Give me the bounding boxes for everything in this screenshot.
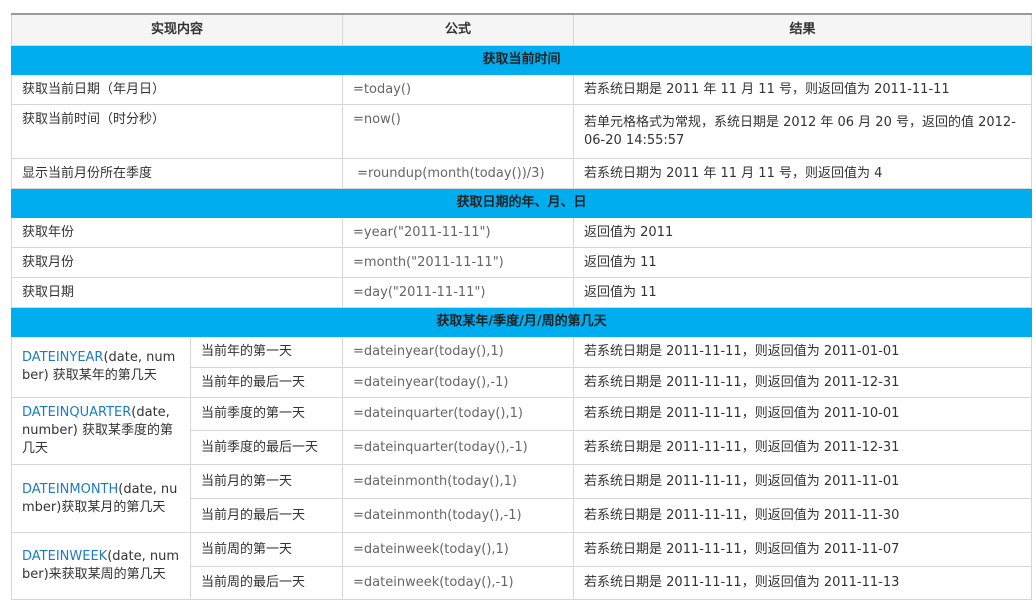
header-row: 实现内容 公式 结果 <box>10 13 1033 46</box>
row-result: 若系统日期是 2011-11-11，则返回值为 2011-12-31 <box>573 430 1033 465</box>
row-formula: =roundup(month(today())/3) <box>342 158 575 189</box>
header-result: 结果 <box>573 13 1033 46</box>
row-formula: =year("2011-11-11") <box>342 217 575 248</box>
row-formula: =dateinmonth(today(),1) <box>342 464 575 499</box>
row-result: 若系统日期是 2011-11-11，则返回值为 2011-10-01 <box>573 397 1033 431</box>
row-formula: =dateinweek(today(),-1) <box>342 566 575 600</box>
row-formula: =dateinyear(today(),-1) <box>342 367 575 398</box>
row-label: 当前年的最后一天 <box>189 367 344 398</box>
header-content: 实现内容 <box>10 13 344 46</box>
row-result: 返回值为 2011 <box>573 217 1033 248</box>
table-row: DATEINYEAR(date, number) 获取某年的第几天 当前年的第一… <box>11 336 1033 398</box>
row-result: 若系统日期是 2011-11-11，则返回值为 2011-01-01 <box>573 336 1033 368</box>
function-cell-dateinweek: DATEINWEEK(date, number)来获取某周的第几天 <box>11 532 191 600</box>
section-title: 获取当前时间 <box>10 45 1033 75</box>
row-result: 若系统日期是 2011-11-11，则返回值为 2011-11-13 <box>573 566 1033 600</box>
row-formula: =dateinmonth(today(),-1) <box>342 498 575 533</box>
section-header-year-month-day: 获取日期的年、月、日 <box>10 188 1033 218</box>
header-formula: 公式 <box>342 13 575 46</box>
table-row: 获取当前时间（时分秒） =now() 若单元格格式为常规，系统日期是 2012 … <box>10 104 1033 159</box>
row-label: 当前月的第一天 <box>189 464 344 499</box>
section-header-current-time: 获取当前时间 <box>10 45 1033 75</box>
row-label: 显示当前月份所在季度 <box>10 158 344 189</box>
function-name: DATEINWEEK <box>22 549 108 564</box>
row-result: 若单元格格式为常规，系统日期是 2012 年 06 月 20 号，返回的值 20… <box>573 104 1033 159</box>
row-label: 当前周的第一天 <box>189 532 344 567</box>
function-name: DATEINQUARTER <box>22 405 132 420</box>
row-label: 当前月的最后一天 <box>189 498 344 533</box>
row-formula: =now() <box>342 104 575 159</box>
row-label: 当前周的最后一天 <box>189 566 344 600</box>
function-cell-dateinquarter: DATEINQUARTER(date, number) 获取某季度的第几天 <box>11 397 191 465</box>
row-result: 若系统日期是 2011 年 11 月 11 号，则返回值为 2011-11-11 <box>573 74 1033 105</box>
row-formula: =dateinweek(today(),1) <box>342 532 575 567</box>
row-result: 若系统日期是 2011-11-11，则返回值为 2011-11-01 <box>573 464 1033 499</box>
row-formula: =month("2011-11-11") <box>342 247 575 278</box>
section-title: 获取某年/季度/月/周的第几天 <box>10 307 1033 337</box>
table-row: 获取月份 =month("2011-11-11") 返回值为 11 <box>10 247 1033 278</box>
row-result: 返回值为 11 <box>573 247 1033 278</box>
row-formula: =dateinquarter(today(),-1) <box>342 430 575 465</box>
row-label: 当前年的第一天 <box>189 336 344 368</box>
row-label: 获取月份 <box>10 247 344 278</box>
function-name: DATEINMONTH <box>22 481 119 497</box>
row-label: 当前季度的第一天 <box>189 397 344 431</box>
row-formula: =today() <box>342 74 575 105</box>
table-row: DATEINQUARTER(date, number) 获取某季度的第几天 当前… <box>11 397 1033 465</box>
row-label: 获取当前日期（年月日） <box>10 74 344 105</box>
section-header-nth-day: 获取某年/季度/月/周的第几天 <box>10 307 1033 337</box>
row-label: 获取当前时间（时分秒） <box>10 104 344 159</box>
row-formula: =day("2011-11-11") <box>342 277 575 308</box>
row-formula: =dateinyear(today(),1) <box>342 336 575 368</box>
row-label: 获取日期 <box>10 277 344 308</box>
section-title: 获取日期的年、月、日 <box>10 188 1033 218</box>
table-row: DATEINMONTH(date, number)获取某月的第几天 当前月的第一… <box>11 464 1033 533</box>
table-row: 获取年份 =year("2011-11-11") 返回值为 2011 <box>10 217 1033 248</box>
table-row: DATEINWEEK(date, number)来获取某周的第几天 当前周的第一… <box>11 532 1033 600</box>
row-label: 当前季度的最后一天 <box>189 430 344 465</box>
table-row: 获取当前日期（年月日） =today() 若系统日期是 2011 年 11 月 … <box>10 74 1033 105</box>
function-cell-dateinyear: DATEINYEAR(date, number) 获取某年的第几天 <box>11 336 191 398</box>
row-result: 若系统日期是 2011-11-11，则返回值为 2011-12-31 <box>573 367 1033 398</box>
date-functions-table: 实现内容 公式 结果 获取当前时间 获取当前日期（年月日） =today() 若… <box>10 13 1033 600</box>
row-result: 若系统日期是 2011-11-11，则返回值为 2011-11-07 <box>573 532 1033 567</box>
row-result: 返回值为 11 <box>573 277 1033 308</box>
function-name: DATEINYEAR <box>22 350 104 365</box>
row-formula: =dateinquarter(today(),1) <box>342 397 575 431</box>
row-label: 获取年份 <box>10 217 344 248</box>
table-row: 显示当前月份所在季度 =roundup(month(today())/3) 若系… <box>10 158 1033 189</box>
row-result: 若系统日期为 2011 年 11 月 11 号，则返回值为 4 <box>573 158 1033 189</box>
row-result: 若系统日期是 2011-11-11，则返回值为 2011-11-30 <box>573 498 1033 533</box>
function-cell-dateinmonth: DATEINMONTH(date, number)获取某月的第几天 <box>11 464 191 533</box>
table-row: 获取日期 =day("2011-11-11") 返回值为 11 <box>10 277 1033 308</box>
